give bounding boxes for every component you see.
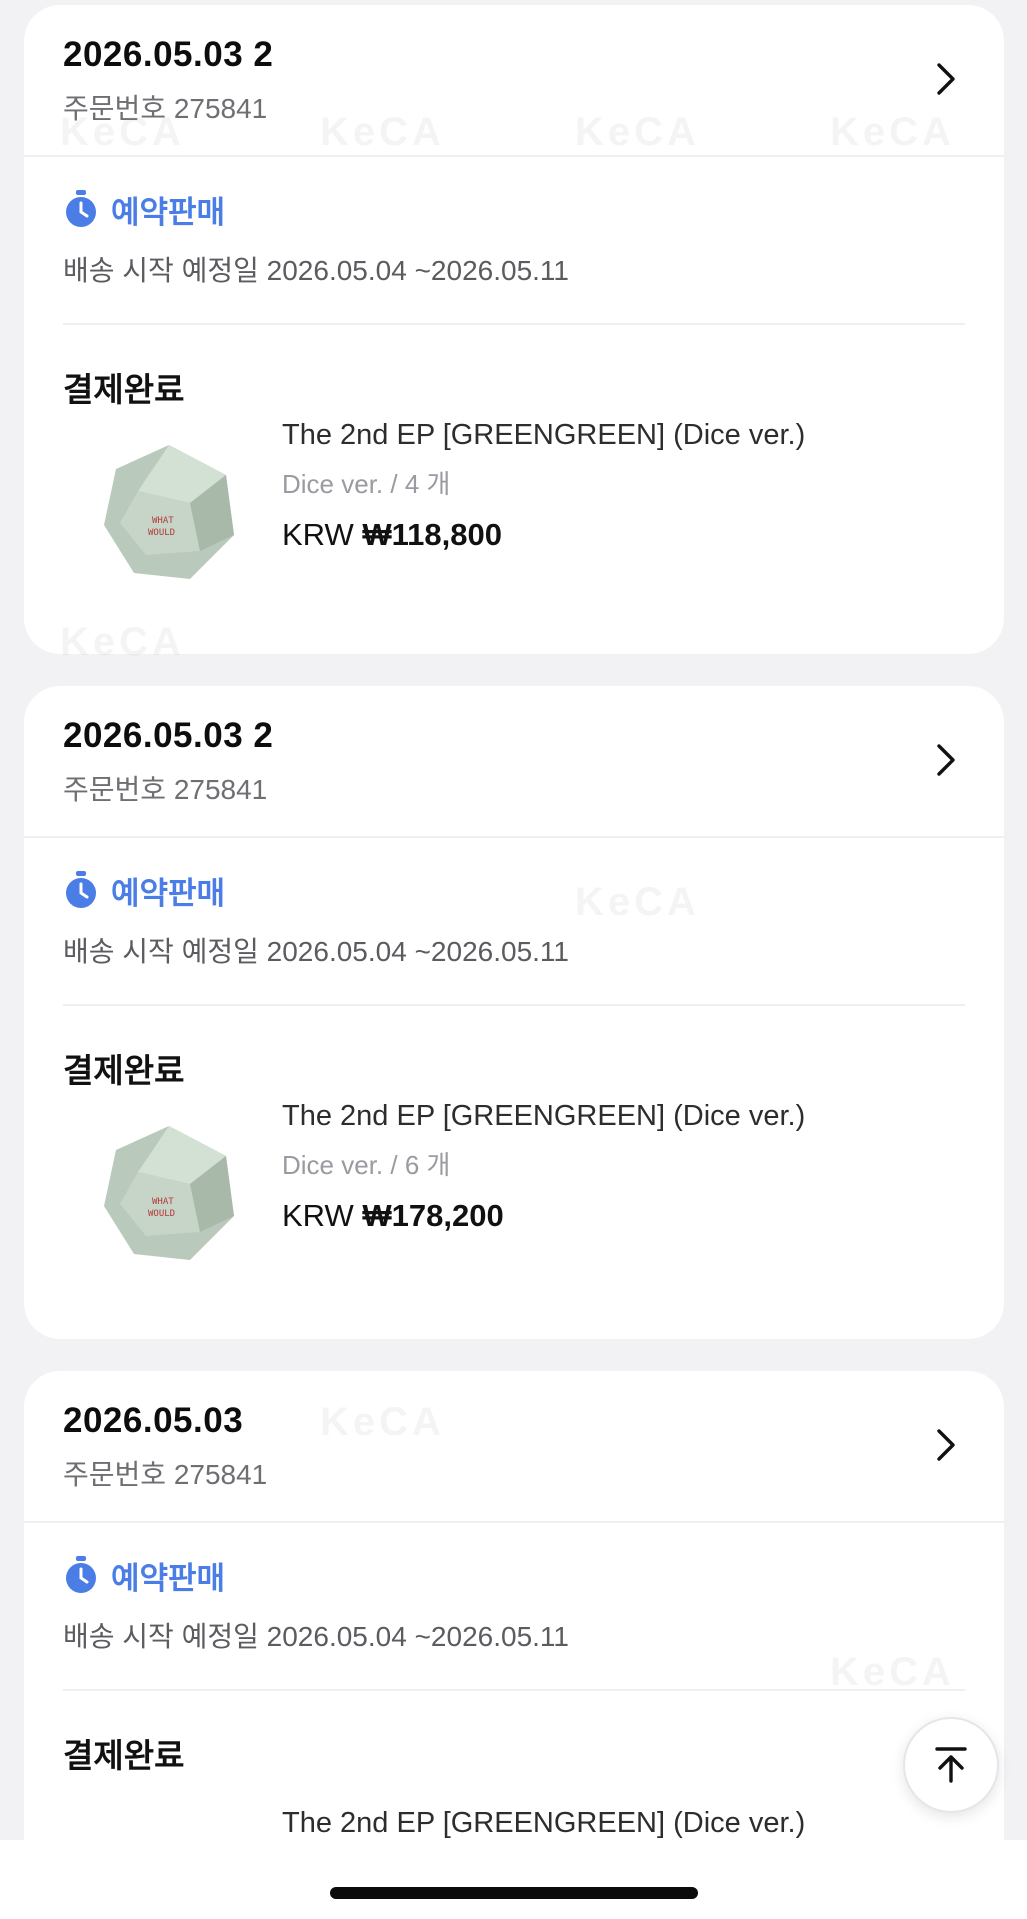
chevron-right-icon[interactable] xyxy=(924,57,968,101)
product-price: KRW ₩178,200 xyxy=(282,1198,805,1234)
product-name: The 2nd EP [GREENGREEN] (Dice ver.) xyxy=(282,1100,806,1132)
order-header[interactable]: 2026.05.03 2 주문번호 275841 xyxy=(24,686,1004,838)
presale-label: 예약판매 xyxy=(111,194,226,230)
arrow-up-to-top-icon xyxy=(935,1747,967,1783)
product-option: Dice ver. / 6 개 xyxy=(282,1150,451,1180)
presale-section: 예약판매 배송 시작 예정일 2026.05.04 ~2026.05.11 xyxy=(24,1523,1004,1655)
ship-date: 배송 시작 예정일 2026.05.04 ~2026.05.11 xyxy=(63,255,569,286)
stopwatch-icon xyxy=(66,871,96,908)
privacy-mask xyxy=(296,5,466,149)
scroll-to-top-button[interactable] xyxy=(903,1717,999,1813)
presale-label: 예약판매 xyxy=(111,1560,226,1596)
payment-status: 결제완료 xyxy=(63,1737,185,1774)
chevron-right-icon[interactable] xyxy=(924,738,968,782)
order-number: 주문번호 275841 xyxy=(63,774,268,805)
product-name: The 2nd EP [GREENGREEN] (Dice ver.) xyxy=(282,419,806,451)
price-currency: KRW xyxy=(282,517,354,552)
product-item[interactable]: WHAT WOULD The 2nd EP [GREENGREEN] (Dice… xyxy=(24,1092,1004,1292)
home-indicator[interactable] xyxy=(330,1887,698,1899)
svg-text:WOULD: WOULD xyxy=(148,1209,175,1219)
order-number: 주문번호 275841 xyxy=(63,1459,268,1490)
privacy-mask xyxy=(282,1371,452,1481)
payment-status: 결제완료 xyxy=(63,371,185,408)
order-history-screen: 2026.05.03 2 주문번호 275841 예약판매 배송 시작 예정일 … xyxy=(0,0,1027,1919)
product-name: The 2nd EP [GREENGREEN] (Dice ver.) xyxy=(282,1807,806,1839)
bottom-safe-area xyxy=(0,1840,1027,1919)
ship-date: 배송 시작 예정일 2026.05.04 ~2026.05.11 xyxy=(63,936,569,967)
product-price: KRW ₩118,800 xyxy=(282,517,805,553)
order-header[interactable]: 2026.05.03 2 주문번호 275841 xyxy=(24,5,1004,157)
order-card[interactable]: 2026.05.03 주문번호 275841 예약판매 배송 시작 예정일 20… xyxy=(24,1371,1004,1919)
order-header[interactable]: 2026.05.03 주문번호 275841 xyxy=(24,1371,1004,1523)
order-date: 2026.05.03 2 xyxy=(63,35,274,74)
price-amount: ₩178,200 xyxy=(362,1198,504,1233)
order-date: 2026.05.03 2 xyxy=(63,716,274,755)
order-date: 2026.05.03 xyxy=(63,1401,244,1440)
stopwatch-icon xyxy=(66,190,96,227)
product-item[interactable]: WHAT WOULD The 2nd EP [GREENGREEN] (Dice… xyxy=(24,411,1004,611)
presale-section: 예약판매 배송 시작 예정일 2026.05.04 ~2026.05.11 xyxy=(24,838,1004,970)
stopwatch-icon xyxy=(66,1556,96,1593)
product-thumbnail: WHAT WOULD xyxy=(104,445,234,579)
privacy-mask xyxy=(285,686,455,836)
order-card[interactable]: 2026.05.03 2 주문번호 275841 예약판매 배송 시작 예정일 … xyxy=(24,5,1004,654)
product-thumbnail: WHAT WOULD xyxy=(104,1126,234,1260)
order-card[interactable]: 2026.05.03 2 주문번호 275841 예약판매 배송 시작 예정일 … xyxy=(24,686,1004,1339)
svg-text:WOULD: WOULD xyxy=(148,528,175,538)
chevron-right-icon[interactable] xyxy=(924,1423,968,1467)
payment-status: 결제완료 xyxy=(63,1052,185,1089)
svg-text:WHAT: WHAT xyxy=(152,1197,174,1207)
price-currency: KRW xyxy=(282,1198,354,1233)
product-option: Dice ver. / 4 개 xyxy=(282,469,451,499)
presale-section: 예약판매 배송 시작 예정일 2026.05.04 ~2026.05.11 xyxy=(24,157,1004,289)
svg-text:WHAT: WHAT xyxy=(152,516,174,526)
presale-label: 예약판매 xyxy=(111,875,226,911)
ship-date: 배송 시작 예정일 2026.05.04 ~2026.05.11 xyxy=(63,1621,569,1652)
price-amount: ₩118,800 xyxy=(362,517,502,552)
order-number: 주문번호 275841 xyxy=(63,93,268,124)
